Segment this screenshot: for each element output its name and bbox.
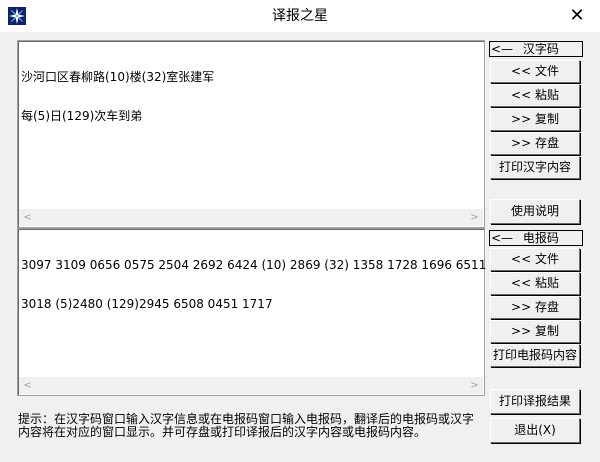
hint-line: 内容将在对应的窗口显示。并可存盘或打印译报后的汉字内容或电报码内容。 (18, 425, 427, 439)
telegraph-save-button[interactable]: >> 存盘 (490, 296, 580, 319)
hanzi-paste-button[interactable]: << 粘贴 (490, 84, 580, 107)
hanzi-copy-button[interactable]: >> 复制 (490, 108, 580, 131)
telegraph-caption-label: 电报码 (522, 231, 559, 245)
scroll-right-arrow-icon[interactable]: > (466, 377, 483, 394)
telegraph-line: 3018 (5)2480 (129)2945 6508 0451 1717 (21, 297, 273, 311)
exit-button[interactable]: 退出(X) (490, 418, 580, 443)
scroll-right-arrow-icon[interactable]: > (466, 209, 483, 226)
hint-text: 提示：在汉字码窗口输入汉字信息或在电报码窗口输入电报码，翻译后的电报码或汉字 内… (18, 413, 484, 439)
title-bar[interactable]: 译报之星 ✕ (0, 0, 600, 32)
close-icon: ✕ (569, 5, 585, 26)
close-button[interactable]: ✕ (554, 0, 600, 32)
hanzi-horizontal-scrollbar[interactable]: < > (19, 209, 483, 226)
hanzi-caption-label: 汉字码 (522, 42, 559, 56)
hanzi-line: 每(5)日(129)次车到弟 (21, 109, 143, 123)
telegraph-text-area[interactable]: 3097 3109 0656 0575 2504 2692 6424 (10) … (17, 228, 487, 396)
scroll-left-arrow-icon[interactable]: < (19, 377, 36, 394)
hanzi-caption: <— 汉字码 (489, 41, 583, 57)
scroll-left-arrow-icon[interactable]: < (19, 209, 36, 226)
help-button[interactable]: 使用说明 (490, 199, 580, 224)
hanzi-file-button[interactable]: << 文件 (490, 60, 580, 83)
hanzi-text-area[interactable]: 沙河口区春柳路(10)楼(32)室张建军 每(5)日(129)次车到弟 < > (17, 40, 485, 228)
app-window: 译报之星 ✕ 沙河口区春柳路(10)楼(32)室张建军 每(5)日(129)次车… (0, 0, 600, 462)
hanzi-save-button[interactable]: >> 存盘 (490, 132, 580, 155)
telegraph-paste-button[interactable]: << 粘贴 (490, 272, 580, 295)
arrow-left-icon: <— (491, 42, 514, 56)
telegraph-copy-button[interactable]: >> 复制 (490, 320, 580, 343)
telegraph-line: 3097 3109 0656 0575 2504 2692 6424 (10) … (21, 258, 487, 272)
hanzi-content: 沙河口区春柳路(10)楼(32)室张建军 每(5)日(129)次车到弟 (21, 45, 480, 149)
telegraph-content: 3097 3109 0656 0575 2504 2692 6424 (10) … (21, 233, 487, 337)
print-result-button[interactable]: 打印译报结果 (490, 389, 580, 414)
telegraph-caption: <— 电报码 (489, 230, 583, 246)
print-telegraph-button[interactable]: 打印电报码内容 (490, 344, 580, 367)
window-title: 译报之星 (272, 8, 328, 24)
print-hanzi-button[interactable]: 打印汉字内容 (490, 156, 580, 179)
hanzi-line: 沙河口区春柳路(10)楼(32)室张建军 (21, 70, 215, 84)
telegraph-horizontal-scrollbar[interactable]: < > (19, 377, 483, 394)
telegraph-file-button[interactable]: << 文件 (490, 248, 580, 271)
arrow-left-icon: <— (491, 231, 514, 245)
